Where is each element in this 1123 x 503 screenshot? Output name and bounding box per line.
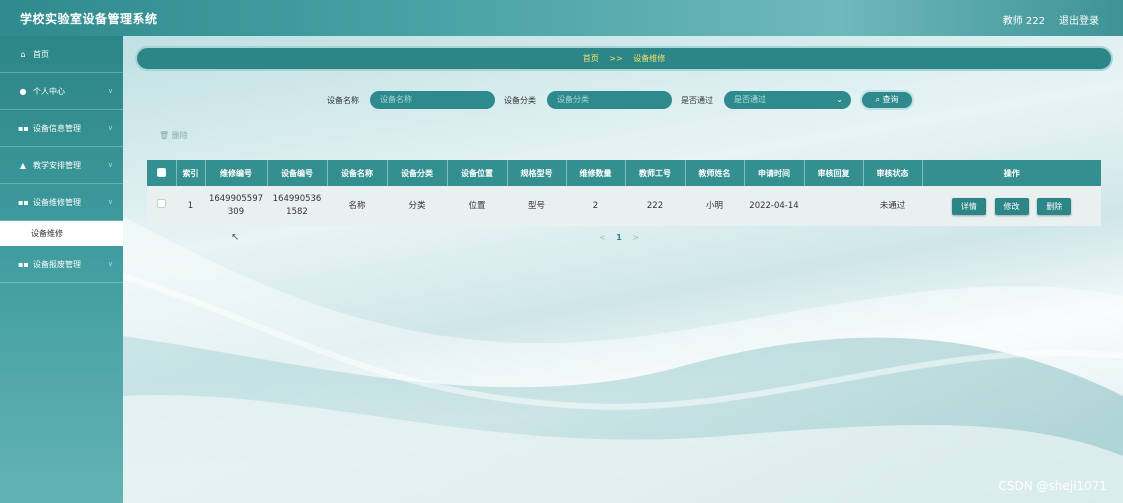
cell-category: 分类 bbox=[387, 186, 447, 226]
repair-table: 索引 维修编号 设备编号 设备名称 设备分类 设备位置 规格型号 维修数量 教师… bbox=[147, 160, 1101, 226]
cell-device-no: 164990536 1582 bbox=[267, 186, 327, 226]
chevron-down-icon: ∨ bbox=[107, 198, 113, 206]
device-name-label: 设备名称 bbox=[327, 96, 359, 105]
row-checkbox-cell bbox=[147, 186, 176, 226]
column-header: 设备名称 bbox=[327, 160, 388, 186]
column-header: 索引 bbox=[176, 160, 206, 186]
sidebar-item-label: 个人中心 bbox=[33, 86, 65, 96]
cell-quantity: 2 bbox=[566, 186, 625, 226]
search-bar: 设备名称 设备分类 是否通过 是否通过 ⌄ ⌕ 查询 bbox=[123, 90, 1123, 110]
select-all-checkbox-cell bbox=[147, 160, 177, 186]
trash-icon: 🗑 bbox=[159, 131, 170, 140]
cell-teacher-name: 小明 bbox=[685, 186, 744, 226]
app-title: 学校实验室设备管理系统 bbox=[20, 12, 158, 26]
column-header: 维修数量 bbox=[566, 160, 626, 186]
passed-label: 是否通过 bbox=[681, 96, 713, 105]
sidebar-item-label: 设备信息管理 bbox=[33, 123, 81, 133]
device-category-input[interactable] bbox=[547, 91, 672, 109]
column-header: 教师工号 bbox=[625, 160, 686, 186]
sidebar-item-label: 首页 bbox=[33, 49, 49, 59]
column-header: 维修编号 bbox=[205, 160, 268, 186]
prev-page-button[interactable]: < bbox=[599, 233, 606, 242]
sidebar-item-label: 教学安排管理 bbox=[33, 160, 81, 170]
column-header: 申请时间 bbox=[744, 160, 805, 186]
chevron-down-icon: ∨ bbox=[107, 124, 113, 132]
sidebar-item-device-info[interactable]: ▪▪ 设备信息管理 ∨ bbox=[0, 110, 123, 147]
logout-link[interactable]: 退出登录 bbox=[1059, 12, 1099, 27]
breadcrumb-home[interactable]: 首页 bbox=[583, 54, 599, 63]
grid-icon: ▪▪ bbox=[18, 259, 29, 269]
main-content: 首页 >> 设备维修 设备名称 设备分类 是否通过 是否通过 ⌄ ⌕ 查询 🗑 … bbox=[123, 36, 1123, 503]
column-header: 设备分类 bbox=[387, 160, 448, 186]
cell-model: 型号 bbox=[507, 186, 566, 226]
cell-apply-time: 2022-04-14 bbox=[744, 186, 804, 226]
device-name-input[interactable] bbox=[370, 91, 495, 109]
cell-status: 未通过 bbox=[863, 186, 922, 226]
grid-icon: ▪▪ bbox=[18, 123, 29, 133]
home-icon: ⌂ bbox=[20, 49, 26, 59]
column-header: 审核状态 bbox=[863, 160, 923, 186]
detail-button[interactable]: 详情 bbox=[951, 197, 986, 215]
breadcrumb: 首页 >> 设备维修 bbox=[135, 46, 1113, 71]
passed-select-value: 是否通过 bbox=[734, 95, 766, 104]
sidebar-item-label: 设备报废管理 bbox=[33, 259, 81, 269]
sidebar-item-teaching[interactable]: ▲ 教学安排管理 ∨ bbox=[0, 147, 123, 184]
batch-delete-button[interactable]: 🗑 删除 bbox=[159, 130, 188, 141]
cell-location: 位置 bbox=[447, 186, 507, 226]
table-row: 1 1649905597 309 164990536 1582 名称 分类 位置… bbox=[147, 186, 1101, 226]
mouse-cursor-icon: ↖ bbox=[231, 232, 240, 243]
column-header: 规格型号 bbox=[507, 160, 567, 186]
edit-button[interactable]: 修改 bbox=[994, 197, 1029, 215]
column-header: 审核回复 bbox=[804, 160, 864, 186]
cell-reply bbox=[804, 186, 863, 226]
column-header: 设备编号 bbox=[267, 160, 328, 186]
device-category-label: 设备分类 bbox=[504, 96, 536, 105]
sidebar-subitem-repair[interactable]: 设备维修 bbox=[0, 221, 123, 246]
select-all-checkbox[interactable] bbox=[156, 167, 166, 177]
chevron-down-icon: ∨ bbox=[107, 87, 113, 95]
watermark: CSDN @sheji1071 bbox=[998, 479, 1107, 493]
school-icon: ▲ bbox=[19, 160, 27, 170]
breadcrumb-separator: >> bbox=[609, 54, 623, 63]
current-page[interactable]: 1 bbox=[616, 233, 622, 242]
chevron-down-icon: ⌄ bbox=[836, 95, 843, 104]
grid-icon: ▪▪ bbox=[18, 197, 29, 207]
sidebar-item-scrap[interactable]: ▪▪ 设备报废管理 ∨ bbox=[0, 246, 123, 283]
sidebar-item-home[interactable]: ⌂ 首页 bbox=[0, 36, 123, 73]
cell-actions: 详情 修改 删除 bbox=[922, 186, 1101, 226]
query-button[interactable]: ⌕ 查询 bbox=[860, 90, 914, 110]
cell-repair-no: 1649905597 309 bbox=[205, 186, 267, 226]
user-icon: ● bbox=[19, 86, 27, 96]
delete-button[interactable]: 删除 bbox=[1037, 197, 1072, 215]
cell-teacher-id: 222 bbox=[625, 186, 685, 226]
top-bar: 学校实验室设备管理系统 教师 222 退出登录 bbox=[0, 0, 1123, 36]
cell-index: 1 bbox=[176, 186, 205, 226]
cell-device-name: 名称 bbox=[327, 186, 387, 226]
column-header: 设备位置 bbox=[447, 160, 508, 186]
column-header: 教师姓名 bbox=[685, 160, 745, 186]
passed-select[interactable]: 是否通过 ⌄ bbox=[724, 91, 851, 109]
breadcrumb-current: 设备维修 bbox=[633, 54, 666, 63]
sidebar: ⌂ 首页 ● 个人中心 ∨ ▪▪ 设备信息管理 ∨ ▲ 教学安排管理 ∨ ▪▪ … bbox=[0, 36, 123, 503]
search-icon: ⌕ bbox=[875, 95, 880, 104]
sidebar-item-label: 设备维修管理 bbox=[33, 197, 81, 207]
current-user-label: 教师 222 bbox=[1002, 16, 1045, 27]
sidebar-item-personal-center[interactable]: ● 个人中心 ∨ bbox=[0, 73, 123, 110]
next-page-button[interactable]: > bbox=[632, 233, 639, 242]
chevron-down-icon: ∨ bbox=[107, 260, 113, 268]
sidebar-item-repair[interactable]: ▪▪ 设备维修管理 ∨ bbox=[0, 184, 123, 221]
pagination: < 1 > bbox=[599, 233, 639, 242]
row-checkbox[interactable] bbox=[157, 199, 166, 208]
chevron-down-icon: ∨ bbox=[107, 161, 113, 169]
column-header: 操作 bbox=[922, 160, 1101, 186]
table-header-row: 索引 维修编号 设备编号 设备名称 设备分类 设备位置 规格型号 维修数量 教师… bbox=[147, 160, 1101, 186]
